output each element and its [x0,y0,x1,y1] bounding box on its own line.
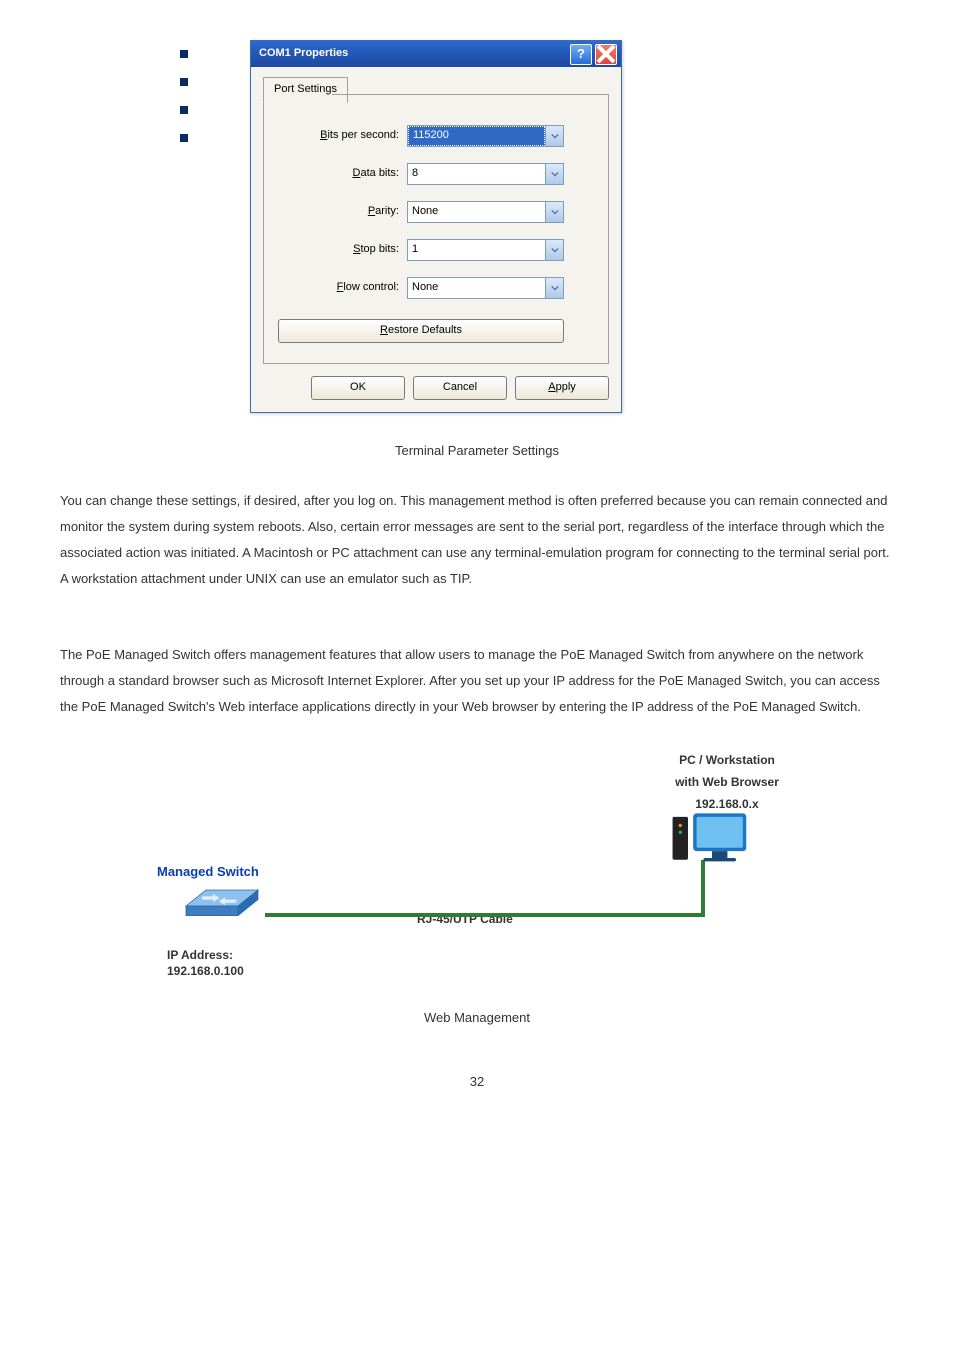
chevron-down-icon[interactable] [545,240,563,260]
flow-control-select[interactable]: None [407,277,564,299]
ip-address-label: IP Address: 192.168.0.100 [167,948,244,979]
chevron-down-icon[interactable] [545,278,563,298]
port-settings-tab-panel: Port Settings Bits per second: 115200 Da… [263,95,609,364]
tab-port-settings[interactable]: Port Settings [263,77,348,103]
stop-bits-select[interactable]: 1 [407,239,564,261]
flow-control-label: Flow control: [289,278,399,298]
data-bits-select[interactable]: 8 [407,163,564,185]
bits-per-second-label: Bits per second: [289,126,399,146]
paragraph-1: You can change these settings, if desire… [60,488,894,592]
bullet-icon [180,106,188,114]
cable-line-horizontal [265,913,705,917]
chevron-down-icon[interactable] [545,126,563,146]
parity-value: None [408,202,545,222]
figure-caption-2: Web Management [60,1006,894,1029]
page-number: 32 [60,1070,894,1093]
managed-switch-label: Managed Switch [157,860,259,883]
switch-icon [177,882,267,922]
bullet-icon [180,134,188,142]
bits-per-second-select[interactable]: 115200 [407,125,564,147]
apply-button[interactable]: Apply [515,376,609,400]
bullet-icon [180,50,188,58]
dialog-title: COM1 Properties [259,44,348,64]
cancel-button[interactable]: Cancel [413,376,507,400]
web-management-diagram: PC / Workstation with Web Browser 192.16… [127,750,827,980]
paragraph-2: The PoE Managed Switch offers management… [60,642,894,720]
chevron-down-icon[interactable] [545,164,563,184]
bullet-icon [180,78,188,86]
com1-properties-dialog: COM1 Properties ? Port Settings Bits per… [250,40,622,413]
close-button[interactable] [595,44,617,65]
data-bits-label: Data bits: [289,164,399,184]
stop-bits-label: Stop bits: [289,240,399,260]
help-button[interactable]: ? [570,44,592,65]
bullet-list [60,40,220,413]
parity-select[interactable]: None [407,201,564,223]
restore-defaults-button[interactable]: Restore Defaults [278,319,564,343]
dialog-titlebar[interactable]: COM1 Properties ? [251,41,621,67]
data-bits-value: 8 [408,164,545,184]
flow-control-value: None [408,278,545,298]
bits-per-second-value: 115200 [408,126,545,146]
figure-caption-1: Terminal Parameter Settings [60,439,894,462]
parity-label: Parity: [289,202,399,222]
chevron-down-icon[interactable] [545,202,563,222]
stop-bits-value: 1 [408,240,545,260]
pc-icon [667,810,757,870]
pc-workstation-label: PC / Workstation with Web Browser 192.16… [637,750,817,815]
ok-button[interactable]: OK [311,376,405,400]
